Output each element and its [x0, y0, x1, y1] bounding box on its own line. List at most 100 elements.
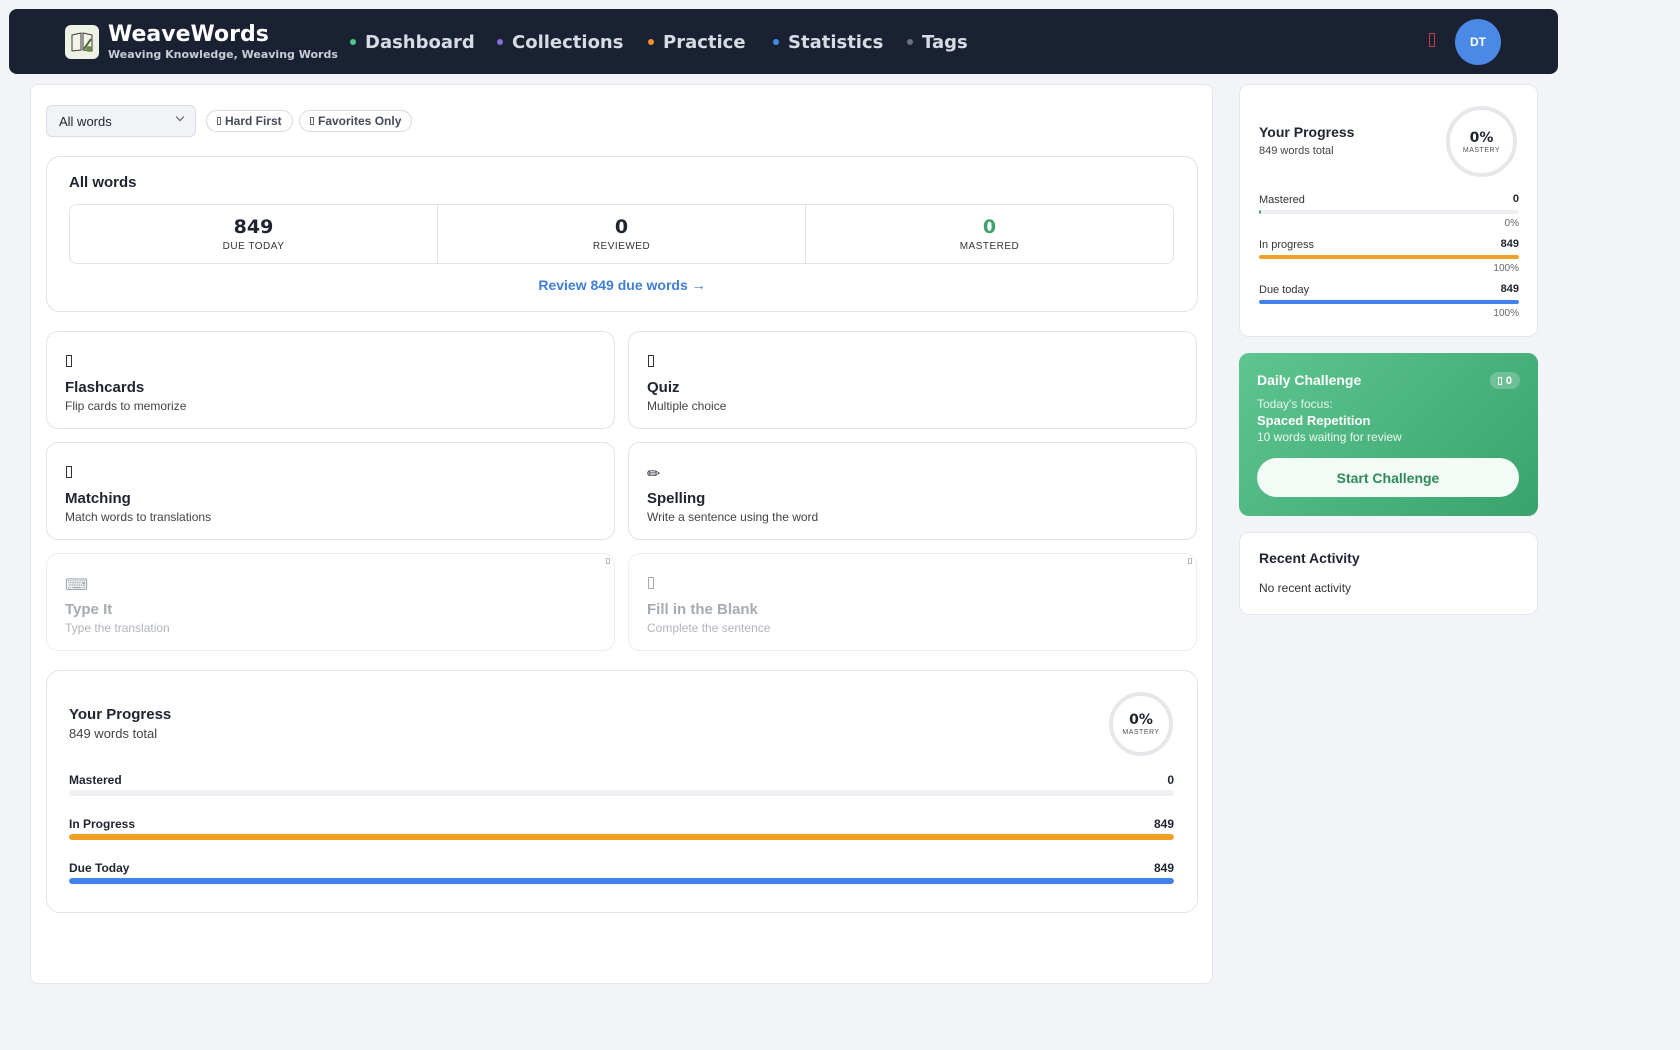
- mastery-ring: 0% MASTERY: [1109, 692, 1173, 756]
- hard-first-toggle[interactable]: Hard First: [206, 110, 293, 132]
- mode-title: Spelling: [647, 490, 706, 507]
- stat-mastered: 0 MASTERED: [806, 205, 1173, 263]
- mode-matching[interactable]: Matching Match words to translations: [46, 442, 615, 540]
- hard-first-label: Hard First: [225, 114, 282, 128]
- bar-label: Mastered: [1259, 194, 1305, 206]
- recent-activity-card: Recent Activity No recent activity: [1239, 532, 1538, 615]
- bar-fill: [1259, 210, 1261, 214]
- favorites-only-label: Favorites Only: [318, 114, 402, 128]
- bar-percent: 0%: [1504, 218, 1519, 229]
- brand-tagline: Weaving Knowledge, Weaving Words: [108, 48, 338, 61]
- side-mastery-ring: 0% MASTERY: [1446, 106, 1517, 177]
- pencil-icon: ✏: [647, 466, 661, 483]
- stat-due-today: 849 DUE TODAY: [70, 205, 438, 263]
- top-navbar: WeaveWords Weaving Knowledge, Weaving Wo…: [9, 9, 1558, 74]
- chevron-down-icon: [175, 112, 185, 122]
- bar-due-today: Due Today 849: [69, 861, 1174, 885]
- bar-in-progress: In Progress 849: [69, 817, 1174, 841]
- stat-value: 849: [233, 216, 274, 238]
- mode-title: Flashcards: [65, 379, 145, 396]
- stat-value: 0: [614, 216, 629, 238]
- word-filter-select[interactable]: All words: [46, 105, 196, 137]
- bar-label: Due today: [1259, 284, 1310, 296]
- bar-label: In progress: [1259, 239, 1315, 251]
- mode-quiz[interactable]: Quiz Multiple choice: [628, 331, 1197, 429]
- nav-dashboard[interactable]: Dashboard: [350, 31, 475, 53]
- nav-label: Statistics: [788, 31, 884, 53]
- start-challenge-button[interactable]: Start Challenge: [1257, 458, 1519, 497]
- bar-label: Mastered: [69, 773, 122, 787]
- side-bar-in-progress: In progress 849 100%: [1259, 238, 1519, 277]
- mode-desc: Type the translation: [65, 621, 170, 635]
- lock-icon: [606, 558, 610, 564]
- nav-collections[interactable]: Collections: [497, 31, 623, 53]
- bar-track: [69, 878, 1174, 884]
- hard-first-icon: [217, 117, 221, 125]
- challenge-topic: Spaced Repetition: [1257, 413, 1371, 428]
- side-progress-card: Your Progress 849 words total 0% MASTERY…: [1239, 84, 1538, 337]
- bar-percent: 100%: [1493, 308, 1519, 319]
- lock-icon: [1188, 558, 1192, 564]
- progress-subtitle: 849 words total: [69, 726, 158, 741]
- bar-label: Due Today: [69, 861, 130, 875]
- challenge-title: Daily Challenge: [1257, 372, 1362, 388]
- bar-value: 0: [1167, 773, 1174, 787]
- nav-dot-icon: [907, 39, 913, 45]
- filter-select-value: All words: [59, 113, 112, 129]
- mode-flashcards[interactable]: Flashcards Flip cards to memorize: [46, 331, 615, 429]
- bar-fill: [1259, 255, 1519, 259]
- mode-spelling[interactable]: ✏ Spelling Write a sentence using the wo…: [628, 442, 1197, 540]
- mode-desc: Write a sentence using the word: [647, 510, 819, 524]
- nav-label: Dashboard: [365, 31, 475, 53]
- review-due-link[interactable]: Review 849 due words →: [47, 277, 1197, 293]
- book-logo-icon[interactable]: [65, 25, 99, 59]
- favorites-only-toggle[interactable]: Favorites Only: [299, 110, 413, 132]
- nav-label: Collections: [512, 31, 624, 53]
- mastery-label: MASTERY: [1122, 729, 1160, 736]
- mode-title: Fill in the Blank: [647, 601, 758, 618]
- blank-icon: [648, 577, 654, 589]
- bar-track: [1259, 210, 1519, 214]
- stat-reviewed: 0 REVIEWED: [438, 205, 806, 263]
- progress-card: Your Progress 849 words total 0% MASTERY…: [46, 670, 1198, 913]
- nav-statistics[interactable]: Statistics: [773, 31, 883, 53]
- keyboard-icon: ⌨: [65, 577, 89, 594]
- bar-mastered: Mastered 0: [69, 773, 1174, 797]
- nav-tags[interactable]: Tags: [907, 31, 968, 53]
- bar-fill: [1259, 300, 1519, 304]
- mode-desc: Flip cards to memorize: [65, 399, 187, 413]
- nav-dot-icon: [497, 39, 503, 45]
- nav-practice[interactable]: Practice: [648, 31, 746, 53]
- bar-fill: [69, 878, 1174, 884]
- challenge-streak-badge: 0: [1489, 372, 1520, 389]
- side-bar-due-today: Due today 849 100%: [1259, 283, 1519, 322]
- matching-icon: [66, 466, 72, 478]
- mode-desc: Complete the sentence: [647, 621, 771, 635]
- challenge-count: 10 words waiting for review: [1257, 430, 1402, 444]
- recent-activity-title: Recent Activity: [1259, 550, 1360, 566]
- nav-dot-icon: [773, 39, 779, 45]
- mastery-percent: 0%: [1129, 712, 1153, 728]
- side-progress-title: Your Progress: [1259, 124, 1355, 140]
- mode-desc: Match words to translations: [65, 510, 212, 524]
- notification-icon[interactable]: [1429, 33, 1435, 47]
- main-panel: All words Hard First Favorites Only All …: [30, 84, 1213, 984]
- challenge-focus-label: Today's focus:: [1257, 397, 1333, 411]
- mode-desc: Multiple choice: [647, 399, 727, 413]
- brand-title[interactable]: WeaveWords: [108, 22, 269, 47]
- bar-value: 849: [1153, 817, 1174, 831]
- summary-card: All words 849 DUE TODAY 0 REVIEWED 0 MAS…: [46, 156, 1198, 312]
- stat-label: MASTERED: [959, 241, 1020, 252]
- side-bar-mastered: Mastered 0 0%: [1259, 193, 1519, 232]
- stat-label: REVIEWED: [592, 241, 651, 252]
- bar-track: [1259, 255, 1519, 259]
- favorites-icon: [310, 117, 314, 125]
- mode-fill-blank: Fill in the Blank Complete the sentence: [628, 553, 1197, 651]
- mode-title: Matching: [65, 490, 131, 507]
- user-avatar[interactable]: DT: [1455, 19, 1501, 65]
- mode-title: Quiz: [647, 379, 680, 396]
- bar-track: [69, 834, 1174, 840]
- bar-track: [1259, 300, 1519, 304]
- nav-dot-icon: [350, 39, 356, 45]
- stats-row: 849 DUE TODAY 0 REVIEWED 0 MASTERED: [69, 204, 1174, 264]
